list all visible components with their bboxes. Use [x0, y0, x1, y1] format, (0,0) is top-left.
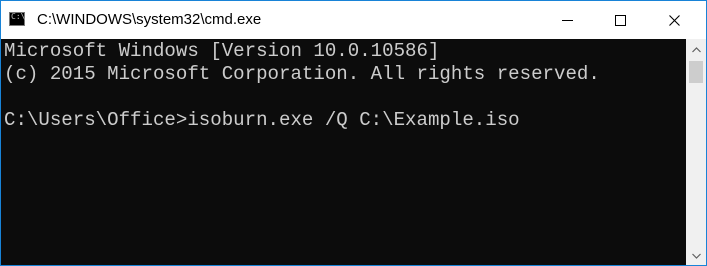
maximize-icon: [614, 14, 626, 26]
scroll-up-arrow-icon: [691, 40, 701, 58]
cmd-icon-prompt: C:\: [11, 12, 26, 21]
console-line-2: (c) 2015 Microsoft Corporation. All righ…: [4, 63, 600, 85]
vertical-scrollbar[interactable]: [686, 39, 706, 265]
console-output[interactable]: Microsoft Windows [Version 10.0.10586] (…: [1, 39, 686, 265]
scroll-down-button[interactable]: [686, 245, 706, 265]
console-line-3: [4, 86, 686, 109]
window-title: C:\WINDOWS\system32\cmd.exe: [37, 11, 262, 28]
scrollbar-thumb[interactable]: [689, 61, 703, 83]
maximize-button[interactable]: [597, 1, 643, 39]
cmd-window: C:\ C:\WINDOWS\system32\cmd.exe Microsof…: [0, 0, 707, 266]
console-prompt-line[interactable]: C:\Users\Office>isoburn.exe /Q C:\Exampl…: [4, 109, 686, 132]
console-line-1: Microsoft Windows [Version 10.0.10586]: [4, 40, 440, 62]
scroll-down-arrow-icon: [691, 246, 701, 264]
minimize-button[interactable]: [544, 1, 590, 39]
close-button[interactable]: [651, 1, 697, 39]
close-icon: [668, 14, 680, 26]
minimize-icon: [561, 15, 573, 26]
scroll-up-button[interactable]: [686, 39, 706, 59]
title-bar[interactable]: C:\ C:\WINDOWS\system32\cmd.exe: [1, 1, 706, 39]
cmd-icon[interactable]: C:\: [9, 12, 25, 26]
